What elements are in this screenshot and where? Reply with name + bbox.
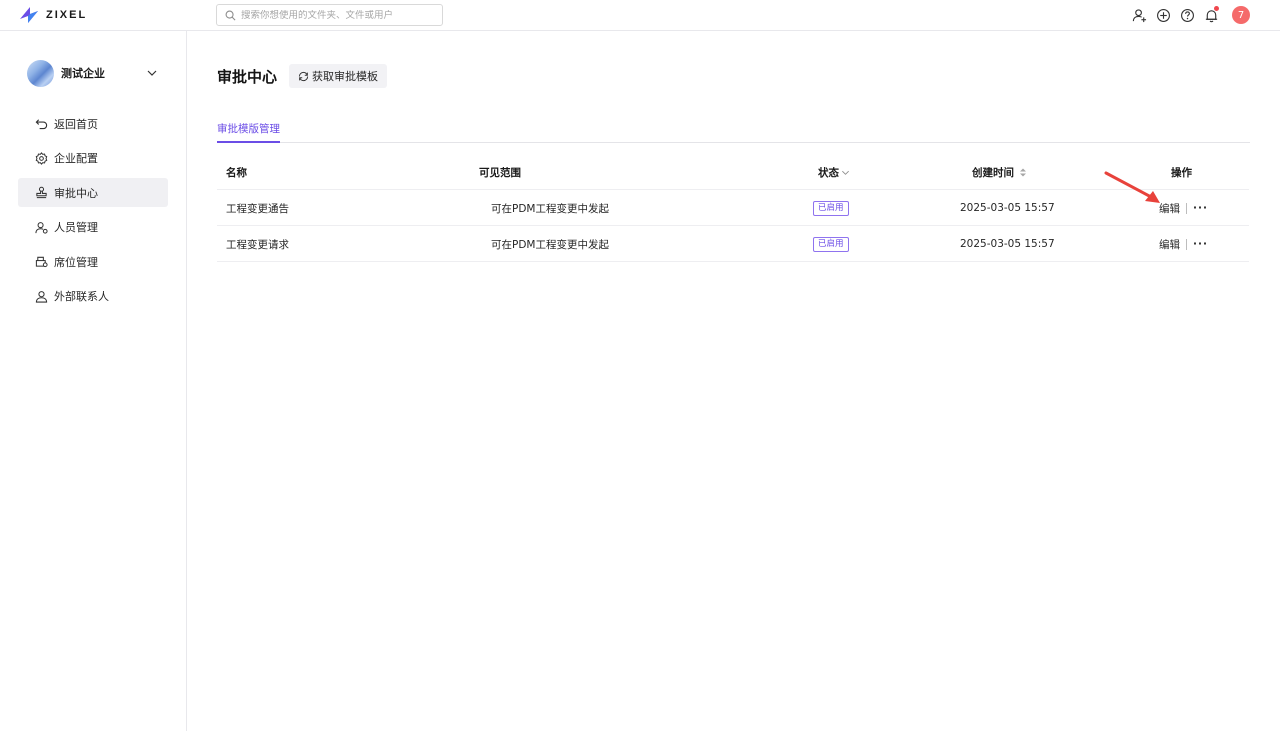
table-row: 工程变更请求 可在PDM工程变更中发起 已启用 2025-03-05 15:57… — [217, 226, 1249, 262]
row-time: 2025-03-05 15:57 — [960, 238, 1055, 250]
gear-icon — [35, 151, 48, 165]
zixel-logo-icon — [20, 7, 38, 23]
column-header-status-label: 状态 — [818, 166, 839, 179]
stamp-icon — [36, 186, 47, 199]
back-icon — [35, 119, 48, 130]
search-input[interactable] — [241, 9, 431, 21]
column-header-op: 操作 — [1171, 166, 1192, 179]
plus-circle-icon[interactable] — [1154, 6, 1172, 24]
refresh-icon — [298, 71, 309, 81]
table-header: 名称 可见范围 状态 创建时间 操作 — [217, 154, 1249, 190]
status-badge: 已启用 — [813, 200, 849, 216]
column-header-status[interactable]: 状态 — [818, 154, 850, 190]
column-header-time[interactable]: 创建时间 — [972, 154, 1027, 190]
row-scope: 可在PDM工程变更中发起 — [491, 202, 609, 215]
sidebar-nav: 返回首页 企业配置 审批中心 人员管理 席位管理 外部联系人 — [18, 109, 168, 316]
sidebar-item-label: 返回首页 — [54, 117, 98, 131]
bell-icon[interactable] — [1202, 6, 1220, 24]
user-avatar[interactable]: 7 — [1232, 6, 1250, 24]
users-icon — [35, 221, 48, 234]
row-status: 已启用 — [813, 190, 849, 226]
edit-link[interactable]: 编辑 — [1159, 237, 1180, 252]
page-title: 审批中心 — [217, 68, 278, 86]
sidebar-item-approval[interactable]: 审批中心 — [18, 178, 168, 207]
org-avatar — [27, 59, 54, 87]
sidebar-item-seats[interactable]: 席位管理 — [18, 247, 168, 276]
row-actions: 编辑 ··· — [1159, 190, 1208, 226]
tab-template-management[interactable]: 审批模版管理 — [217, 121, 280, 143]
column-header-time-label: 创建时间 — [972, 166, 1014, 179]
action-divider — [1186, 238, 1187, 250]
table-row: 工程变更通告 可在PDM工程变更中发起 已启用 2025-03-05 15:57… — [217, 190, 1249, 226]
sidebar-item-label: 席位管理 — [54, 255, 98, 269]
filter-chevron-icon[interactable] — [841, 168, 850, 177]
sidebar-item-users[interactable]: 人员管理 — [18, 213, 168, 242]
org-switcher[interactable]: 测试企业 — [27, 59, 162, 87]
row-actions: 编辑 ··· — [1159, 226, 1208, 262]
column-header-scope: 可见范围 — [479, 166, 521, 179]
status-badge: 已启用 — [813, 236, 849, 252]
row-time: 2025-03-05 15:57 — [960, 202, 1055, 214]
sidebar-item-config[interactable]: 企业配置 — [18, 144, 168, 173]
fetch-template-label: 获取审批模板 — [312, 70, 378, 83]
contacts-icon — [35, 290, 48, 303]
seat-icon — [35, 256, 48, 268]
add-user-icon[interactable] — [1130, 6, 1148, 24]
action-divider — [1186, 202, 1187, 214]
row-scope: 可在PDM工程变更中发起 — [491, 238, 609, 251]
help-icon[interactable] — [1178, 6, 1196, 24]
search-box[interactable] — [216, 4, 443, 26]
sidebar-item-home[interactable]: 返回首页 — [18, 109, 168, 138]
annotation-arrow-icon — [1104, 171, 1160, 203]
org-name: 测试企业 — [61, 67, 105, 80]
sort-icon[interactable] — [1019, 167, 1027, 178]
search-icon — [225, 10, 236, 20]
sidebar-item-label: 企业配置 — [54, 152, 98, 165]
app-logo[interactable]: ZIXEL — [18, 4, 87, 26]
row-status: 已启用 — [813, 226, 849, 262]
sidebar-item-label: 外部联系人 — [54, 290, 109, 303]
row-name: 工程变更请求 — [226, 238, 289, 251]
tab-bar: 审批模版管理 — [217, 118, 1250, 143]
template-table: 名称 可见范围 状态 创建时间 操作 工程变更通告 可在PDM工程变更中发起 已… — [217, 154, 1249, 262]
chevron-down-icon — [147, 70, 157, 76]
column-header-name: 名称 — [226, 166, 247, 179]
sidebar-item-contacts[interactable]: 外部联系人 — [18, 282, 168, 311]
more-actions-button[interactable]: ··· — [1193, 202, 1208, 214]
notification-dot — [1214, 6, 1219, 11]
sidebar-item-label: 审批中心 — [54, 186, 98, 200]
fetch-template-button[interactable]: 获取审批模板 — [289, 64, 387, 88]
sidebar-item-label: 人员管理 — [54, 221, 98, 234]
sidebar: 测试企业 返回首页 企业配置 审批中心 人员管理 席位管理 外部联系人 — [0, 31, 187, 731]
logo-text: ZIXEL — [46, 9, 88, 21]
top-bar: ZIXEL 搜索你想使用的文件夹、文件或用户 7 — [0, 0, 1280, 31]
row-name: 工程变更通告 — [226, 202, 289, 215]
more-actions-button[interactable]: ··· — [1193, 238, 1208, 250]
